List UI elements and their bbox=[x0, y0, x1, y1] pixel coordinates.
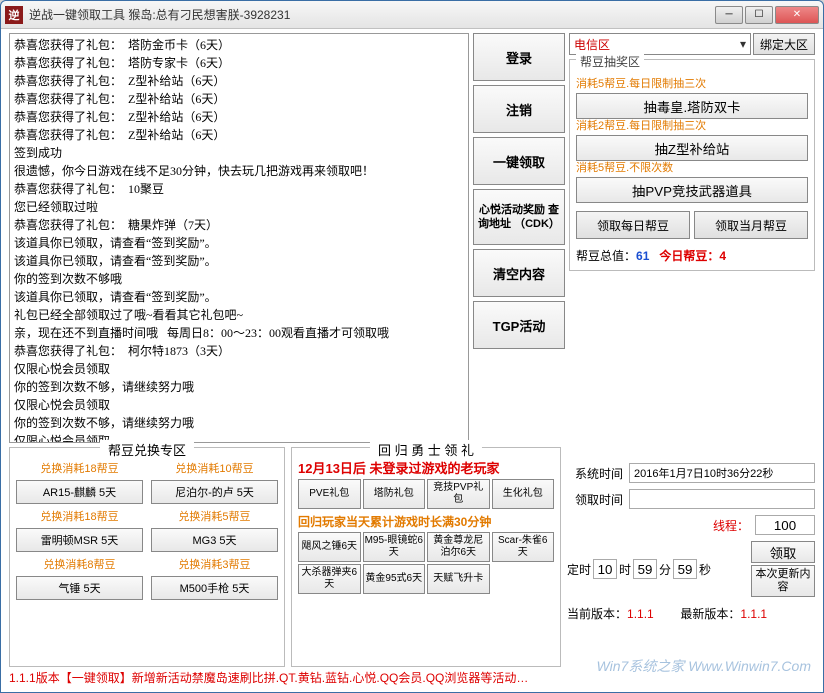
timer-min-input[interactable] bbox=[633, 559, 657, 579]
daily-bean-button[interactable]: 领取每日帮豆 bbox=[576, 211, 690, 239]
return-gift-button[interactable]: 大杀器弹夹6天 bbox=[298, 564, 361, 594]
draw-button-1[interactable]: 抽毒皇.塔防双卡 bbox=[576, 93, 808, 119]
draw-button-2[interactable]: 抽Z型补给站 bbox=[576, 135, 808, 161]
client-area: 恭喜您获得了礼包： 塔防金币卡（6天） 恭喜您获得了礼包： 塔防专家卡（6天） … bbox=[1, 29, 823, 692]
window-title: 逆战一键领取工具 猴岛:总有刁民想害朕-3928231 bbox=[29, 6, 715, 23]
exchange-cost-label: 兑换消耗10帮豆 bbox=[151, 460, 278, 476]
exchange-cost-label: 兑换消耗5帮豆 bbox=[151, 508, 278, 524]
exchange-button[interactable]: 气锤 5天 bbox=[16, 576, 143, 600]
app-icon: 逆 bbox=[5, 6, 23, 24]
return-gift-button[interactable]: M95-眼镜蛇6天 bbox=[363, 532, 426, 562]
footer-notice: 1.1.1版本【一键领取】新增新活动禁魔岛速刷比拼.QT.黄钻.蓝钻.心悦.QQ… bbox=[9, 667, 815, 688]
return-gift-title-2: 回归玩家当天累计游戏时长满30分钟 bbox=[298, 513, 554, 530]
timer-sec-input[interactable] bbox=[673, 559, 697, 579]
right-panel: 电信区 绑定大区 帮豆抽奖区 消耗5帮豆.每日限制抽三次 抽毒皇.塔防双卡 消耗… bbox=[569, 33, 815, 443]
bean-draw-group: 帮豆抽奖区 消耗5帮豆.每日限制抽三次 抽毒皇.塔防双卡 消耗2帮豆.每日限制抽… bbox=[569, 59, 815, 271]
bean-totals: 帮豆总值：61 今日帮豆：4 bbox=[576, 247, 808, 264]
exchange-cost-label: 兑换消耗8帮豆 bbox=[16, 556, 143, 572]
draw-note-3: 消耗5帮豆.不限次数 bbox=[576, 159, 808, 175]
minimize-button[interactable]: ─ bbox=[715, 6, 743, 24]
clear-log-button[interactable]: 清空内容 bbox=[473, 249, 565, 297]
version-row: 当前版本：1.1.1 最新版本：1.1.1 bbox=[567, 605, 815, 622]
bind-region-button[interactable]: 绑定大区 bbox=[753, 33, 815, 55]
return-gift-button[interactable]: PVE礼包 bbox=[298, 479, 361, 509]
window-controls: ─ ☐ ✕ bbox=[715, 6, 819, 24]
return-gift-group: 回 归 勇 士 领 礼 12月13日后 未登录过游戏的老玩家 PVE礼包塔防礼包… bbox=[291, 447, 561, 667]
exchange-button[interactable]: 尼泊尔-的卢 5天 bbox=[151, 480, 278, 504]
tgp-button[interactable]: TGP活动 bbox=[473, 301, 565, 349]
monthly-bean-button[interactable]: 领取当月帮豆 bbox=[694, 211, 808, 239]
bean-exchange-group: 帮豆兑换专区 兑换消耗18帮豆兑换消耗10帮豆AR15-麒麟 5天尼泊尔-的卢 … bbox=[9, 447, 285, 667]
bean-exchange-legend: 帮豆兑换专区 bbox=[100, 440, 194, 459]
titlebar: 逆 逆战一键领取工具 猴岛:总有刁民想害朕-3928231 ─ ☐ ✕ bbox=[1, 1, 823, 29]
exchange-button[interactable]: M500手枪 5天 bbox=[151, 576, 278, 600]
logout-button[interactable]: 注销 bbox=[473, 85, 565, 133]
draw-button-3[interactable]: 抽PVP竞技武器道具 bbox=[576, 177, 808, 203]
sys-time-value: 2016年1月7日10时36分22秒 bbox=[629, 463, 815, 483]
exchange-button[interactable]: AR15-麒麟 5天 bbox=[16, 480, 143, 504]
return-gift-button[interactable]: 黄金95式6天 bbox=[363, 564, 426, 594]
side-buttons: 登录 注销 一键领取 心悦活动奖励 查询地址 （CDK） 清空内容 TGP活动 bbox=[473, 33, 565, 443]
return-gift-button[interactable]: 飓风之锤6天 bbox=[298, 532, 361, 562]
receive-button[interactable]: 领取 bbox=[751, 541, 815, 563]
return-gift-button[interactable]: 塔防礼包 bbox=[363, 479, 426, 509]
app-window: 逆 逆战一键领取工具 猴岛:总有刁民想害朕-3928231 ─ ☐ ✕ 恭喜您获… bbox=[0, 0, 824, 693]
xinyue-cdk-button[interactable]: 心悦活动奖励 查询地址 （CDK） bbox=[473, 189, 565, 245]
exchange-cost-label: 兑换消耗3帮豆 bbox=[151, 556, 278, 572]
one-click-button[interactable]: 一键领取 bbox=[473, 137, 565, 185]
return-gift-button[interactable]: Scar-朱雀6天 bbox=[492, 532, 555, 562]
bean-draw-legend: 帮豆抽奖区 bbox=[576, 53, 644, 70]
timer-label: 定时 bbox=[567, 561, 591, 578]
return-gift-title-1: 12月13日后 未登录过游戏的老玩家 bbox=[298, 458, 554, 477]
thread-input[interactable] bbox=[755, 515, 815, 535]
draw-note-2: 消耗2帮豆.每日限制抽三次 bbox=[576, 117, 808, 133]
login-button[interactable]: 登录 bbox=[473, 33, 565, 81]
draw-note-1: 消耗5帮豆.每日限制抽三次 bbox=[576, 75, 808, 91]
sys-time-label: 系统时间 bbox=[567, 465, 623, 482]
return-gift-legend: 回 归 勇 士 领 礼 bbox=[370, 440, 482, 459]
close-button[interactable]: ✕ bbox=[775, 6, 819, 24]
exchange-cost-label: 兑换消耗18帮豆 bbox=[16, 508, 143, 524]
exchange-button[interactable]: MG3 5天 bbox=[151, 528, 278, 552]
info-area: 系统时间 2016年1月7日10时36分22秒 领取时间 线程： 定时 时 分 bbox=[567, 447, 815, 667]
log-output: 恭喜您获得了礼包： 塔防金币卡（6天） 恭喜您获得了礼包： 塔防专家卡（6天） … bbox=[9, 33, 469, 443]
timer-hour-input[interactable] bbox=[593, 559, 617, 579]
return-gift-button[interactable]: 生化礼包 bbox=[492, 479, 555, 509]
return-gift-button[interactable]: 天赋飞升卡 bbox=[427, 564, 490, 594]
return-gift-button[interactable]: 竞技PVP礼包 bbox=[427, 479, 490, 509]
return-gift-button[interactable]: 黄金尊龙尼泊尔6天 bbox=[427, 532, 490, 562]
exchange-button[interactable]: 雷明顿MSR 5天 bbox=[16, 528, 143, 552]
thread-label: 线程： bbox=[713, 517, 749, 534]
region-combo[interactable]: 电信区 bbox=[569, 33, 751, 55]
recv-time-value bbox=[629, 489, 815, 509]
maximize-button[interactable]: ☐ bbox=[745, 6, 773, 24]
update-notes-button[interactable]: 本次更新内容 bbox=[751, 565, 815, 597]
recv-time-label: 领取时间 bbox=[567, 491, 623, 508]
exchange-cost-label: 兑换消耗18帮豆 bbox=[16, 460, 143, 476]
